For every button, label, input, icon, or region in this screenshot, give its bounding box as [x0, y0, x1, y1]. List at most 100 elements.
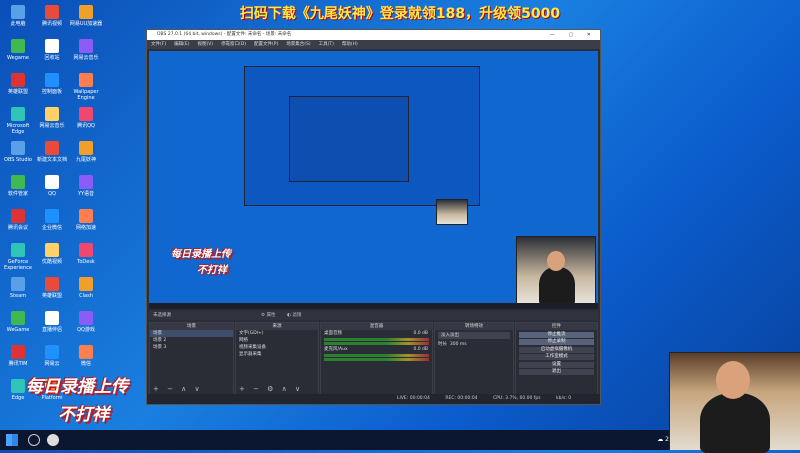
menu-item[interactable]: 视图(V): [197, 42, 213, 47]
window-controls[interactable]: — ▢ ✕: [550, 30, 597, 40]
desktop-icon-label: 新建文本文档: [36, 157, 67, 163]
source-item[interactable]: 视频采集设备: [236, 344, 318, 351]
app-icon: [11, 209, 25, 223]
desktop-icon[interactable]: 此电脑: [0, 5, 36, 27]
scene-item[interactable]: 场景: [150, 330, 233, 337]
desktop-icon-label: 腾讯QQ: [77, 123, 95, 129]
desktop-icon[interactable]: QQ游戏: [68, 311, 104, 333]
source-controls[interactable]: + − ⚙ ∧ ∨: [239, 385, 303, 393]
streamer-webcam: [669, 352, 800, 453]
desktop-icon-label: 腾讯TIM: [8, 361, 28, 367]
filters-button[interactable]: ◐ 滤镜: [287, 311, 301, 320]
desktop-icon-label: 控制面板: [41, 89, 62, 95]
menu-item[interactable]: 工具(T): [319, 42, 334, 47]
desktop-icon[interactable]: 网易UU加速器: [68, 5, 104, 27]
obs-window[interactable]: OBS 27.0.1 (64 bit, windows) - 配置文件: 未命名…: [146, 29, 601, 405]
source-item[interactable]: 显示器采集: [236, 351, 318, 358]
desktop-icon[interactable]: 软件管家: [0, 175, 36, 197]
desktop-icon[interactable]: 英雄联盟: [34, 277, 70, 299]
desktop-icon-label: 软件管家: [7, 191, 28, 197]
menu-item[interactable]: 文件(F): [151, 42, 166, 47]
desktop-icon[interactable]: 网易云音乐: [34, 107, 70, 129]
desktop-icon[interactable]: 优酷视频: [34, 243, 70, 265]
stop-recording-button[interactable]: 停止录制: [519, 339, 594, 345]
desktop-icon-label: WeGame: [6, 327, 30, 333]
desktop-icon[interactable]: Wegame: [0, 39, 36, 61]
app-icon: [45, 107, 59, 121]
desktop-icon[interactable]: 腾讯QQ: [68, 107, 104, 129]
desktop-icon-label: GeForce Experience: [4, 259, 32, 271]
source-status-row: 未选择源 ⚙ 属性 ◐ 滤镜: [149, 311, 598, 320]
desktop-icon[interactable]: 控制面板: [34, 73, 70, 95]
desktop-icon[interactable]: 腾讯TIM: [0, 345, 36, 367]
menu-item[interactable]: 停靠窗口(D): [221, 42, 246, 47]
menu-item[interactable]: 编辑(E): [174, 42, 189, 47]
desktop-icon-label: 英雄联盟: [41, 293, 62, 299]
settings-button[interactable]: 设置: [519, 361, 594, 368]
desktop-icon[interactable]: 微信: [68, 345, 104, 367]
app-icon: [11, 141, 25, 155]
transition-duration[interactable]: 时长 300 ms: [435, 341, 513, 348]
desktop-icon[interactable]: 企业微信: [34, 209, 70, 231]
webcam-overlay-small: [436, 199, 468, 225]
obs-taskbar-icon[interactable]: [47, 434, 59, 446]
desktop-icon[interactable]: 新建文本文档: [34, 141, 70, 163]
desktop-icon[interactable]: 英雄联盟: [0, 73, 36, 95]
rec-timer: REC: 00:00:04: [445, 396, 478, 401]
scene-item[interactable]: 场景 3: [150, 344, 233, 351]
obs-preview[interactable]: 每日录播上传 不打祥: [149, 51, 598, 309]
desktop-icon-label: OBS Studio: [4, 157, 32, 163]
menu-item[interactable]: 配置文件(P): [254, 42, 278, 47]
scene-item[interactable]: 场景 2: [150, 337, 233, 344]
controls-header: 控件: [516, 323, 597, 330]
desktop-icon[interactable]: 网络加速: [68, 209, 104, 231]
obs-window-title: OBS 27.0.1 (64 bit, windows) - 配置文件: 未命名…: [157, 32, 292, 37]
app-icon: [79, 5, 93, 19]
transition-type-select[interactable]: 淡入淡出: [438, 332, 510, 339]
desktop-icon-label: Wegame: [7, 55, 29, 61]
desktop-icon[interactable]: 回收站: [34, 39, 70, 61]
desktop-icon[interactable]: 腾讯会议: [0, 209, 36, 231]
promo-text-line2: 不打祥: [58, 405, 109, 425]
desktop-icon[interactable]: OBS Studio: [0, 141, 36, 163]
desktop-icon-label: 微信: [80, 361, 91, 367]
windows-start-icon[interactable]: [6, 434, 18, 446]
desktop-icon[interactable]: Clash: [68, 277, 104, 299]
preview-promo-line2: 不打祥: [197, 265, 227, 276]
bitrate: kb/s: 0: [556, 396, 572, 401]
desktop-icon[interactable]: GeForce Experience: [0, 243, 36, 271]
stop-streaming-button[interactable]: 停止推流: [519, 331, 594, 338]
menu-item[interactable]: 场景集合(S): [286, 42, 310, 47]
desktop-icon[interactable]: YY语音: [68, 175, 104, 197]
mixer-channel-desktop: 桌面音频 0.0 dB: [324, 331, 428, 336]
desktop-icon[interactable]: Microsoft Edge: [0, 107, 36, 135]
desktop-icon[interactable]: ToDesk: [68, 243, 104, 265]
desktop-icon[interactable]: 直播伴侣: [34, 311, 70, 333]
desktop-icon[interactable]: Wallpaper Engine: [68, 73, 104, 101]
studio-mode-button[interactable]: 工作室模式: [519, 354, 594, 360]
desktop-icon[interactable]: 九尾妖神: [68, 141, 104, 163]
source-item[interactable]: 网络: [236, 337, 318, 344]
app-icon: [45, 175, 59, 189]
search-icon[interactable]: [28, 434, 40, 446]
scene-controls[interactable]: + − ∧ ∨: [153, 385, 203, 393]
desktop-icon-label: 网络加速: [75, 225, 96, 231]
desktop-icon[interactable]: WeGame: [0, 311, 36, 333]
virtual-camera-button[interactable]: 启动虚拟摄像机: [519, 346, 594, 353]
exit-button[interactable]: 退出: [519, 369, 594, 375]
desktop-icon[interactable]: Steam: [0, 277, 36, 299]
properties-button[interactable]: ⚙ 属性: [261, 311, 275, 320]
desktop-icon[interactable]: QQ: [34, 175, 70, 197]
desktop-icon[interactable]: 网易云音乐: [68, 39, 104, 61]
obs-titlebar[interactable]: OBS 27.0.1 (64 bit, windows) - 配置文件: 未命名…: [147, 30, 600, 40]
desktop-icon-label: QQ游戏: [77, 327, 95, 333]
app-icon: [79, 345, 93, 359]
scenes-dock: 场景 场景 场景 2 场景 3 + − ∧ ∨: [149, 322, 234, 395]
source-item[interactable]: 文字(GDI+): [236, 330, 318, 337]
menu-item[interactable]: 帮助(H): [342, 42, 358, 47]
desktop-icon[interactable]: 腾讯视频: [34, 5, 70, 27]
obs-statusbar: LIVE: 00:00:04 REC: 00:00:04 CPU: 3.7%, …: [147, 394, 600, 404]
app-icon: [45, 39, 59, 53]
audio-meter: [324, 338, 429, 341]
desktop-icon[interactable]: 网易云: [34, 345, 70, 367]
